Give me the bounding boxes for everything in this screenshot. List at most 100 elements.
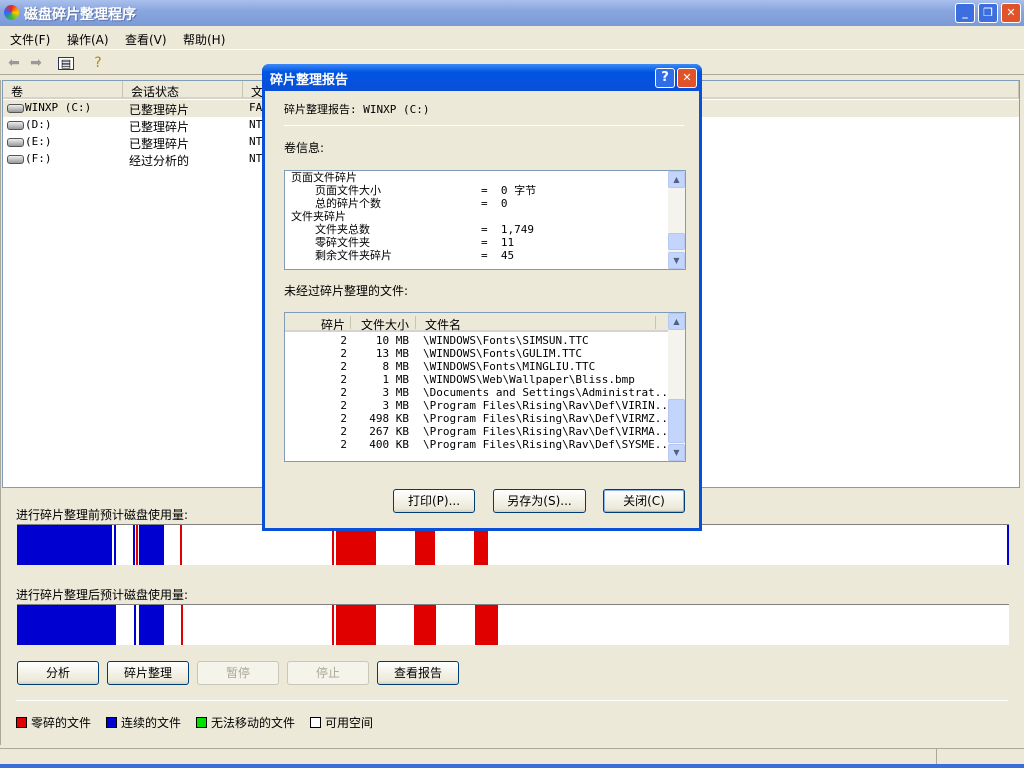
fragmented-segment: [336, 525, 377, 565]
blue-swatch-icon: [106, 717, 117, 728]
minimize-button[interactable]: _: [955, 3, 975, 23]
files-scrollbar[interactable]: ▲ ▼: [668, 313, 685, 461]
file-frag: 2: [340, 360, 347, 373]
dialog-title-bar[interactable]: 碎片整理报告: [262, 64, 702, 91]
file-name: \WINDOWS\Web\Wallpaper\Bliss.bmp: [423, 373, 635, 386]
drive-icon: [7, 104, 24, 113]
column-header-fragments[interactable]: 碎片: [321, 316, 345, 333]
scroll-thumb[interactable]: [668, 399, 685, 443]
scroll-up-icon[interactable]: ▲: [668, 171, 685, 188]
contiguous-segment: [133, 525, 136, 565]
file-frag: 2: [340, 334, 347, 347]
volume-info-line: 文件夹碎片: [291, 210, 346, 223]
forward-arrow-icon[interactable]: ➡: [27, 54, 45, 72]
scroll-down-icon[interactable]: ▼: [668, 252, 685, 269]
defrag-app-icon: [4, 5, 19, 20]
pause-button[interactable]: 暂停: [197, 661, 279, 685]
defragment-button[interactable]: 碎片整理: [107, 661, 189, 685]
fragmented-segment: [136, 525, 138, 565]
menu-view[interactable]: 查看(V): [125, 31, 167, 48]
drive-icon: [7, 155, 24, 164]
analyze-button[interactable]: 分析: [17, 661, 99, 685]
file-row[interactable]: 2 3 MB \Documents and Settings\Administrat…: [285, 386, 674, 399]
help-icon[interactable]: ?: [89, 54, 107, 72]
show-hide-tree-icon[interactable]: ▤: [58, 57, 74, 70]
print-button[interactable]: 打印(P)...: [393, 489, 475, 513]
column-header-file-name[interactable]: 文件名: [425, 316, 461, 333]
after-usage-bar: [17, 604, 1009, 645]
menu-action[interactable]: 操作(A): [67, 31, 109, 48]
file-row[interactable]: 2 400 KB \Program Files\Rising\Rav\Def\SYS…: [285, 438, 674, 451]
contiguous-segment: [134, 605, 137, 645]
file-size: 498 KB: [369, 412, 409, 425]
file-name: \WINDOWS\Fonts\GULIM.TTC: [423, 347, 582, 360]
file-row[interactable]: 2 1 MB \WINDOWS\Web\Wallpaper\Bliss.bmp: [285, 373, 665, 386]
back-arrow-icon[interactable]: ⬅: [5, 54, 23, 72]
unfragmented-files-label: 未经过碎片整理的文件:: [284, 284, 409, 298]
contiguous-segment: [17, 525, 113, 565]
after-usage-label: 进行碎片整理后预计磁盘使用量:: [16, 588, 189, 602]
white-swatch-icon: [310, 717, 321, 728]
divider: [16, 700, 1008, 701]
contiguous-segment: [17, 605, 117, 645]
file-size: 1 MB: [382, 373, 410, 386]
file-row[interactable]: 2 8 MB \WINDOWS\Fonts\MINGLIU.TTC: [285, 360, 665, 373]
volume-info-label: 卷信息:: [284, 141, 325, 155]
dialog-help-button[interactable]: ?: [655, 68, 675, 88]
file-frag: 2: [340, 399, 347, 412]
status-bar: [0, 748, 1024, 765]
view-report-button[interactable]: 查看报告: [377, 661, 459, 685]
legend-contiguous: 连续的文件: [106, 714, 181, 731]
restore-button[interactable]: ❐: [978, 3, 998, 23]
fragmented-segment: [180, 605, 183, 645]
fragmented-segment: [474, 525, 489, 565]
scroll-thumb[interactable]: [668, 233, 685, 250]
main-title-bar[interactable]: 磁盘碎片整理程序 _ ❐ ✕: [0, 0, 1024, 26]
contiguous-segment: [1007, 525, 1009, 565]
left-border: [0, 80, 1, 745]
close-button[interactable]: 关闭(C): [603, 489, 685, 513]
scroll-down-icon[interactable]: ▼: [668, 444, 685, 461]
fragmented-segment: [413, 605, 436, 645]
column-header-volume[interactable]: 卷: [3, 81, 123, 99]
file-name: \Program Files\Rising\Rav\Def\VIRMA...: [423, 425, 675, 438]
file-name: \WINDOWS\Fonts\MINGLIU.TTC: [423, 360, 596, 373]
volume-info-box: 页面文件碎片 页面文件大小 = 0 字节 总的碎片个数 = 0 文件夹碎片 文件夹总数 = 1…: [284, 170, 686, 270]
before-usage-label: 进行碎片整理前预计磁盘使用量:: [16, 508, 189, 522]
volume-info-line: 页面文件碎片: [291, 171, 357, 184]
file-frag: 2: [340, 386, 347, 399]
file-row[interactable]: 2 13 MB \WINDOWS\Fonts\GULIM.TTC: [285, 347, 665, 360]
contiguous-segment: [139, 605, 164, 645]
dialog-close-x-button[interactable]: ✕: [677, 68, 697, 88]
report-for-label: 碎片整理报告: WINXP (C:): [284, 103, 430, 116]
file-size: 267 KB: [369, 425, 409, 438]
file-row[interactable]: 2 3 MB \Program Files\Rising\Rav\Def\VIRIN…: [285, 399, 674, 412]
file-row[interactable]: 2 10 MB \WINDOWS\Fonts\SIMSUN.TTC: [285, 334, 665, 347]
legend-free-space: 可用空间: [310, 714, 373, 731]
menu-help[interactable]: 帮助(H): [183, 31, 225, 48]
contiguous-segment: [114, 525, 117, 565]
save-as-button[interactable]: 另存为(S)...: [493, 489, 586, 513]
file-row[interactable]: 2 267 KB \Program Files\Rising\Rav\Def\VIR…: [285, 425, 674, 438]
files-list: 碎片 文件大小 文件名 2 10 MB \WINDOWS\Fonts\SIMSUN.…: [284, 312, 686, 462]
file-size: 10 MB: [375, 334, 409, 347]
file-row[interactable]: 2 498 KB \Program Files\Rising\Rav\Def\VIR…: [285, 412, 674, 425]
stop-button[interactable]: 停止: [287, 661, 369, 685]
red-swatch-icon: [16, 717, 27, 728]
volume-info-scrollbar[interactable]: ▲ ▼: [668, 171, 685, 269]
fragmented-segment: [332, 525, 335, 565]
column-header-session-status[interactable]: 会话状态: [123, 81, 243, 99]
close-button[interactable]: ✕: [1001, 3, 1021, 23]
file-frag: 2: [340, 373, 347, 386]
files-list-header: 碎片 文件大小 文件名: [285, 313, 668, 332]
menu-bar: 文件(F) 操作(A) 查看(V) 帮助(H): [0, 27, 1024, 50]
column-header-file-size[interactable]: 文件大小: [361, 316, 409, 333]
file-size: 400 KB: [369, 438, 409, 451]
menu-file[interactable]: 文件(F): [10, 31, 50, 48]
file-frag: 2: [340, 347, 347, 360]
fragmented-segment: [332, 605, 335, 645]
file-name: \Program Files\Rising\Rav\Def\SYSME...: [423, 438, 675, 451]
scroll-up-icon[interactable]: ▲: [668, 313, 685, 330]
file-size: 3 MB: [382, 399, 410, 412]
file-name: \Program Files\Rising\Rav\Def\VIRMZ...: [423, 412, 675, 425]
